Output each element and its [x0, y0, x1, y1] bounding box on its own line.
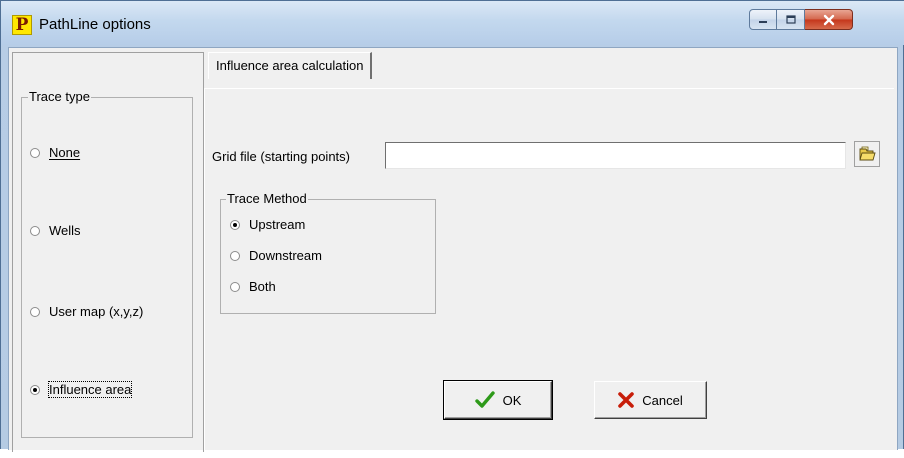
trace-method-legend: Trace Method: [226, 191, 308, 207]
open-folder-icon: [859, 146, 876, 161]
grid-file-label: Grid file (starting points): [212, 149, 350, 164]
settings-panel: Influence area calculation Grid file (st…: [203, 52, 895, 458]
radio-both-circle[interactable]: [230, 281, 240, 292]
app-icon: P: [12, 15, 32, 35]
radio-user-map-circle[interactable]: [30, 306, 40, 317]
maximize-button[interactable]: [777, 9, 805, 30]
browse-grid-file-button[interactable]: [854, 141, 880, 167]
radio-downstream-label: Downstream: [249, 248, 322, 263]
maximize-icon: [785, 14, 796, 24]
radio-influence-area-label: Influence area: [47, 381, 133, 398]
trace-type-panel: Trace type None Wells User map (x,y,z) I…: [12, 52, 203, 452]
radio-wells-circle[interactable]: [30, 225, 40, 236]
trace-type-legend: Trace type: [28, 89, 91, 105]
close-icon: [823, 14, 834, 25]
red-x-icon: [618, 392, 635, 408]
radio-influence-area[interactable]: Influence area: [30, 381, 133, 398]
radio-downstream[interactable]: Downstream: [230, 248, 322, 263]
cancel-label: Cancel: [642, 392, 683, 408]
ok-button[interactable]: OK: [443, 380, 553, 420]
radio-wells-label: Wells: [49, 223, 81, 238]
dialog-window: P PathLine options Trace type None Wells…: [0, 0, 904, 458]
radio-upstream[interactable]: Upstream: [230, 217, 305, 232]
title-bar[interactable]: P PathLine options: [1, 1, 904, 45]
radio-influence-area-circle[interactable]: [30, 384, 40, 395]
cancel-button[interactable]: Cancel: [594, 381, 707, 419]
radio-none[interactable]: None: [30, 145, 80, 160]
radio-none-label: None: [49, 145, 81, 160]
radio-wells[interactable]: Wells: [30, 223, 81, 238]
checkmark-icon: [474, 391, 495, 409]
window-controls: [749, 9, 897, 30]
minimize-icon: [759, 20, 767, 23]
ok-label: OK: [502, 392, 522, 408]
radio-both-label: Both: [249, 279, 276, 294]
radio-both[interactable]: Both: [230, 279, 276, 294]
radio-upstream-label: Upstream: [249, 217, 306, 232]
grid-file-input[interactable]: [385, 142, 846, 169]
close-button[interactable]: [805, 9, 853, 30]
window-title: PathLine options: [39, 16, 151, 33]
tab-influence-area-calculation[interactable]: Influence area calculation: [208, 52, 373, 79]
radio-none-circle[interactable]: [30, 147, 40, 158]
dialog-client-area: Trace type None Wells User map (x,y,z) I…: [8, 47, 898, 458]
radio-user-map-label: User map (x,y,z): [49, 304, 144, 319]
radio-downstream-circle[interactable]: [230, 250, 240, 261]
radio-upstream-circle[interactable]: [230, 219, 240, 230]
radio-user-map[interactable]: User map (x,y,z): [30, 304, 143, 319]
minimize-button[interactable]: [749, 9, 777, 30]
